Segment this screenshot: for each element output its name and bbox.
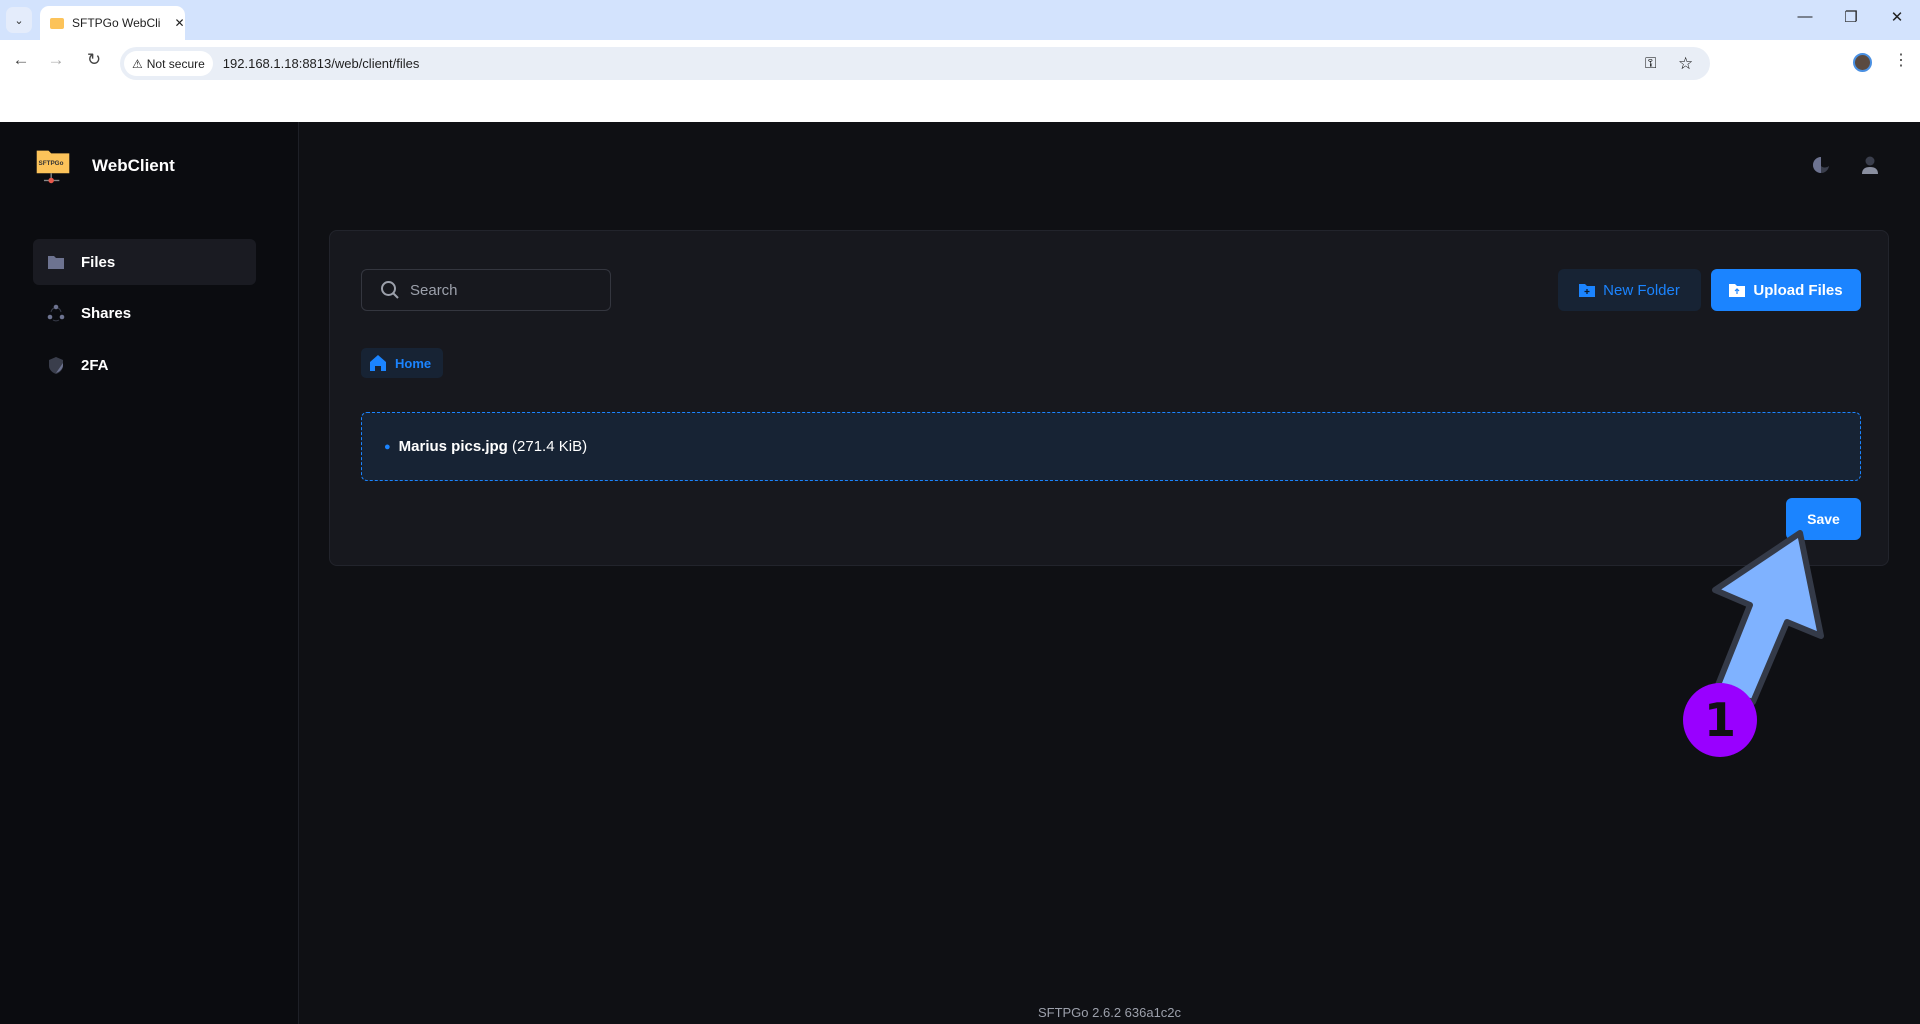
app: SFTPGo WebClient Files Shares 2FA Search… <box>0 122 1920 1024</box>
new-folder-button[interactable]: New Folder <box>1558 269 1701 311</box>
folder-icon <box>48 256 64 269</box>
bullet-icon: ● <box>384 440 391 453</box>
file-size: (271.4 KiB) <box>512 438 588 455</box>
forward-icon[interactable]: → <box>44 50 68 70</box>
search-input[interactable]: Search <box>361 269 611 311</box>
breadcrumb-label: Home <box>395 355 432 371</box>
star-icon[interactable]: ☆ <box>1678 54 1693 74</box>
minimize-icon[interactable]: — <box>1790 8 1820 25</box>
key-icon[interactable]: ⚿ <box>1645 55 1656 72</box>
sidebar-item-shares[interactable]: Shares <box>33 290 256 336</box>
upload-files-label: Upload Files <box>1753 281 1843 299</box>
reload-icon[interactable]: ↻ <box>82 50 106 70</box>
tab-search-button[interactable]: ⌄ <box>6 7 32 33</box>
sidebar-item-files[interactable]: Files <box>33 239 256 285</box>
browser-tab[interactable]: SFTPGo WebCli ✕ <box>40 6 185 40</box>
folder-plus-icon <box>1579 284 1596 297</box>
security-label: Not secure <box>146 56 205 71</box>
new-folder-label: New Folder <box>1603 281 1680 299</box>
tab-title: SFTPGo WebCli <box>72 16 161 30</box>
svg-text:SFTPGo: SFTPGo <box>39 160 64 167</box>
sidebar-item-label: 2FA <box>81 356 109 374</box>
menu-icon[interactable]: ⋮ <box>1893 50 1909 70</box>
close-window-icon[interactable]: ✕ <box>1882 8 1912 26</box>
browser-tab-bar: ⌄ SFTPGo WebCli ✕ — ❐ ✕ <box>0 0 1920 40</box>
footer-version: SFTPGo 2.6.2 636a1c2c <box>1037 1005 1182 1020</box>
sftpgo-logo: SFTPGo <box>36 150 70 184</box>
browser-toolbar: ← → ↻ ⚠ Not secure 192.168.1.18:8813/web… <box>0 40 1920 122</box>
theme-toggle-icon[interactable] <box>1812 156 1830 174</box>
restore-icon[interactable]: ❐ <box>1836 8 1866 26</box>
warning-icon: ⚠ <box>132 56 143 71</box>
shield-icon <box>49 357 63 374</box>
user-menu-icon[interactable] <box>1861 155 1879 175</box>
url-text[interactable]: 192.168.1.18:8813/web/client/files <box>223 56 420 71</box>
close-tab-icon[interactable]: ✕ <box>174 16 184 30</box>
sidebar-item-label: Files <box>81 253 116 271</box>
file-upload-card: Search New Folder Upload Files Home ● Ma… <box>329 230 1889 566</box>
home-icon <box>370 355 386 371</box>
favicon-icon <box>50 17 64 29</box>
file-name: Marius pics.jpg <box>398 438 508 455</box>
search-icon <box>381 281 399 299</box>
sidebar-item-2fa[interactable]: 2FA <box>33 342 256 388</box>
sidebar: SFTPGo WebClient Files Shares 2FA <box>0 122 299 1024</box>
search-placeholder: Search <box>410 281 458 299</box>
upload-dropzone[interactable]: ● Marius pics.jpg (271.4 KiB) <box>361 412 1861 481</box>
share-icon <box>47 304 65 322</box>
upload-files-button[interactable]: Upload Files <box>1711 269 1861 311</box>
address-bar[interactable]: ⚠ Not secure 192.168.1.18:8813/web/clien… <box>120 47 1710 80</box>
save-button[interactable]: Save <box>1786 498 1861 540</box>
profile-avatar[interactable] <box>1853 53 1872 72</box>
breadcrumb-home[interactable]: Home <box>361 348 443 378</box>
sidebar-item-label: Shares <box>81 304 132 322</box>
upload-file-item: Marius pics.jpg (271.4 KiB) <box>399 438 587 455</box>
folder-upload-icon <box>1729 284 1746 297</box>
security-chip[interactable]: ⚠ Not secure <box>124 51 213 76</box>
back-icon[interactable]: ← <box>9 50 33 70</box>
brand-title: WebClient <box>92 156 175 175</box>
